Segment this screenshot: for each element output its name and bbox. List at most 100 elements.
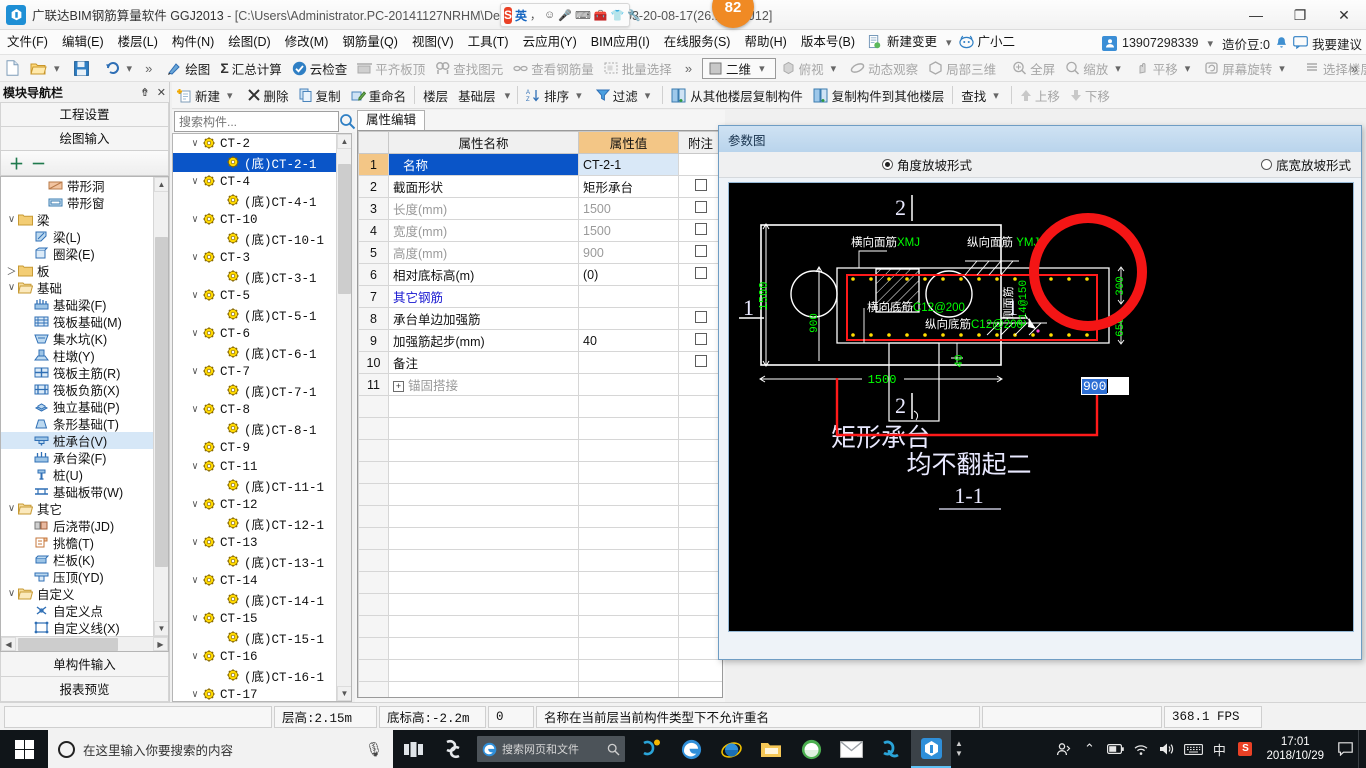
- taskbar-app-360browser[interactable]: [631, 730, 671, 768]
- component-tree-item[interactable]: (底)CT-8-1: [173, 419, 336, 438]
- property-row-value[interactable]: [578, 285, 679, 308]
- module-tree-item[interactable]: 压顶(YD): [1, 568, 153, 585]
- vscroll-thumb[interactable]: [155, 237, 168, 567]
- module-tree-item[interactable]: 带形洞: [1, 177, 153, 194]
- component-toggle-icon[interactable]: ∨: [187, 651, 203, 663]
- scroll-down-icon[interactable]: ▼: [154, 621, 168, 636]
- skin-icon[interactable]: 👕: [611, 9, 625, 22]
- component-tree-item[interactable]: (底)CT-14-1: [173, 590, 336, 609]
- property-row-value[interactable]: CT-2-1: [578, 153, 679, 176]
- property-row[interactable]: 11 + 锚固搭接: [358, 373, 722, 396]
- sogou-tray-icon[interactable]: S: [1232, 730, 1258, 768]
- expand-all-icon[interactable]: ＋: [9, 153, 24, 174]
- volume-icon[interactable]: [1154, 730, 1180, 768]
- component-tree-item[interactable]: ∨ CT-2: [173, 134, 336, 153]
- component-tree-item[interactable]: ∨ CT-5: [173, 286, 336, 305]
- component-toggle-icon[interactable]: ∨: [187, 366, 203, 378]
- component-tree-item[interactable]: ∨ CT-11: [173, 457, 336, 476]
- attachment-checkbox[interactable]: [694, 223, 707, 235]
- module-tree-item[interactable]: 后浇带(JD): [1, 517, 153, 534]
- component-toggle-icon[interactable]: ∨: [187, 252, 203, 264]
- comp-scroll-up-icon[interactable]: ▲: [337, 134, 351, 149]
- toolbar-batch-select-button[interactable]: 批量选择: [599, 57, 677, 80]
- module-tree-item[interactable]: 圈梁(E): [1, 245, 153, 262]
- toolbar-overflow-icon[interactable]: »: [141, 61, 156, 76]
- view-chevron-down-icon[interactable]: ▾: [755, 62, 769, 75]
- component-tree-item[interactable]: (底)CT-7-1: [173, 381, 336, 400]
- scroll-left-icon[interactable]: ◀: [1, 637, 16, 651]
- component-toggle-icon[interactable]: ∨: [187, 138, 203, 150]
- module-tree-hscrollbar[interactable]: ◀ ▶: [1, 636, 168, 651]
- component-toggle-icon[interactable]: ∨: [187, 404, 203, 416]
- property-row[interactable]: 8 承台单边加强筋: [358, 307, 722, 330]
- attachment-checkbox[interactable]: [694, 245, 707, 257]
- filter-button[interactable]: 过滤 ▾: [591, 84, 660, 107]
- maximize-button[interactable]: ❐: [1278, 0, 1322, 30]
- component-toggle-icon[interactable]: ∨: [187, 613, 203, 625]
- action-center-icon[interactable]: [1332, 730, 1358, 768]
- toolbar-align-slab-button[interactable]: 平齐板顶: [352, 57, 430, 80]
- menu-item-member[interactable]: 构件(N): [165, 31, 221, 53]
- tree-toggle-icon[interactable]: ∨: [5, 214, 18, 225]
- property-row[interactable]: 7 其它钢筋: [358, 285, 722, 308]
- radio-angle-slope[interactable]: 角度放坡形式: [882, 155, 972, 174]
- module-tree-item[interactable]: 集水坑(K): [1, 330, 153, 347]
- component-tree-item[interactable]: (底)CT-11-1: [173, 476, 336, 495]
- component-tree-item[interactable]: (底)CT-5-1: [173, 305, 336, 324]
- taskbar-app-edge[interactable]: [671, 730, 711, 768]
- component-tree-item[interactable]: (底)CT-2-1: [173, 153, 336, 172]
- menu-item-floor[interactable]: 楼层(L): [111, 31, 165, 53]
- module-tree-item[interactable]: 基础梁(F): [1, 296, 153, 313]
- member-new-button[interactable]: 新建 ▾: [172, 84, 242, 107]
- pan-chevron-down-icon[interactable]: ▾: [1181, 62, 1195, 75]
- wrench-icon[interactable]: 🔧: [627, 9, 641, 22]
- property-row-attachment[interactable]: [678, 175, 722, 198]
- menu-item-tools[interactable]: 工具(T): [461, 31, 516, 53]
- cortana-search-box[interactable]: 在这里输入你要搜索的内容 🎙: [48, 730, 393, 768]
- toolbar-find-element-button[interactable]: 查找图元: [430, 57, 508, 80]
- property-row[interactable]: 2 截面形状 矩形承台: [358, 175, 722, 198]
- floor-chevron-down-icon[interactable]: ▾: [501, 89, 515, 102]
- start-button[interactable]: [0, 730, 48, 768]
- toolbar-overflow2-icon[interactable]: »: [681, 61, 696, 76]
- component-toggle-icon[interactable]: ∨: [187, 689, 203, 701]
- component-toggle-icon[interactable]: ∨: [187, 575, 203, 587]
- people-icon[interactable]: [1050, 730, 1076, 768]
- component-tree-item[interactable]: ∨ CT-4: [173, 172, 336, 191]
- sort-button[interactable]: AZ 排序 ▾: [521, 84, 591, 107]
- menu-item-version[interactable]: 版本号(B): [794, 31, 862, 53]
- module-tree-item[interactable]: 基础板带(W): [1, 483, 153, 500]
- suggestion-button[interactable]: 我要建议: [1312, 34, 1362, 53]
- menu-item-cloud[interactable]: 云应用(Y): [516, 31, 584, 53]
- property-row-attachment[interactable]: [678, 153, 722, 176]
- taskbar-overflow-arrows[interactable]: ▲ ▼: [951, 730, 967, 768]
- component-tree-item[interactable]: (底)CT-10-1: [173, 229, 336, 248]
- component-tree-item[interactable]: (底)CT-3-1: [173, 267, 336, 286]
- module-tree-item[interactable]: 条形基础(T): [1, 415, 153, 432]
- search-input[interactable]: [174, 111, 339, 132]
- property-row[interactable]: 5 高度(mm) 900: [358, 241, 722, 264]
- sogou-logo-icon[interactable]: S: [504, 6, 513, 24]
- attachment-checkbox[interactable]: [694, 201, 707, 213]
- component-tree-item[interactable]: (底)CT-16-1: [173, 666, 336, 685]
- tray-keyboard-icon[interactable]: [1180, 730, 1206, 768]
- nav-tab-single-member-input[interactable]: 单构件输入: [0, 651, 169, 677]
- attachment-checkbox[interactable]: [694, 355, 707, 367]
- hscroll-thumb[interactable]: [18, 637, 118, 651]
- component-toggle-icon[interactable]: ∨: [187, 176, 203, 188]
- module-tree-item[interactable]: ＞板: [1, 262, 153, 279]
- show-desktop-button[interactable]: [1358, 730, 1366, 768]
- component-toggle-icon[interactable]: ∨: [187, 461, 203, 473]
- keyboard-icon[interactable]: ⌨: [575, 9, 591, 22]
- menu-item-online[interactable]: 在线服务(S): [657, 31, 738, 53]
- new-change-button[interactable]: 新建变更: [885, 31, 939, 53]
- wifi-icon[interactable]: [1128, 730, 1154, 768]
- module-tree-item[interactable]: 自定义点: [1, 602, 153, 619]
- component-toggle-icon[interactable]: ∨: [187, 499, 203, 511]
- attachment-checkbox[interactable]: [694, 333, 707, 345]
- new-change-chevron-down-icon[interactable]: ▾: [942, 36, 956, 49]
- module-tree-item[interactable]: 梁(L): [1, 228, 153, 245]
- toolbar-summary-button[interactable]: Σ 汇总计算: [215, 57, 286, 80]
- tree-toggle-icon[interactable]: ∨: [5, 503, 18, 514]
- property-row-attachment[interactable]: [678, 351, 722, 374]
